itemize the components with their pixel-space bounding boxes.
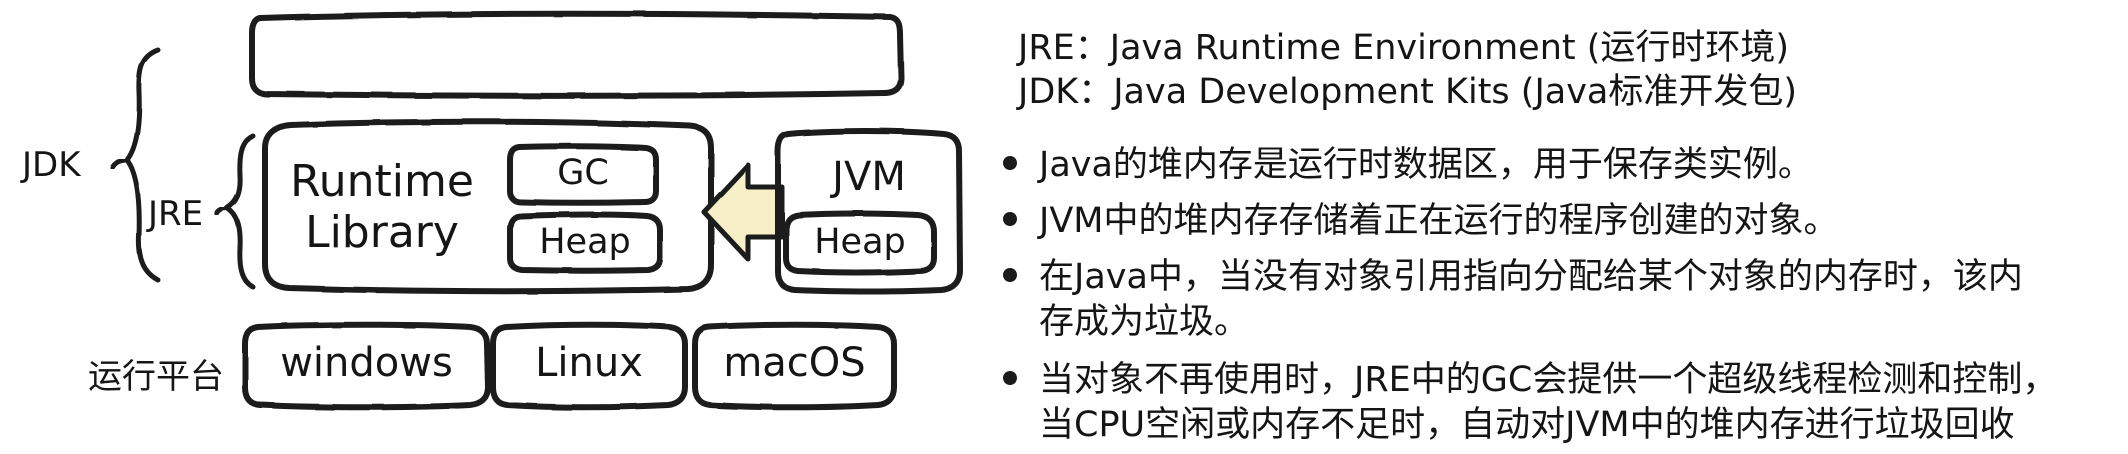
right-heap-label: Heap [814, 221, 906, 262]
jvm-label: JVM [832, 153, 906, 200]
jdk-brace-tip [109, 157, 130, 171]
jre-definition: JRE：Java Runtime Environment (运行时环境) [1018, 28, 1790, 68]
jdk-brace [124, 47, 161, 283]
bullet-point [1003, 371, 1017, 385]
bullet-text: 在Java中，当没有对象引用指向分配给某个对象的内存时，该内 [1039, 257, 2023, 297]
bullet-point [1003, 156, 1017, 170]
bullet-point [1003, 268, 1017, 282]
runtime-library-label: Runtime Library [272, 156, 492, 258]
jdk-definition: JDK：Java Development Kits (Java标准开发包) [1018, 72, 1798, 112]
jre-brace-tip [213, 205, 230, 217]
jvm-to-runtime-arrow [701, 162, 785, 262]
bullet-point [1003, 212, 1017, 226]
compile-debugger-label [260, 30, 900, 80]
macos-label: macOS [723, 340, 866, 386]
library-label: Library [305, 206, 459, 258]
bullet-text: Java的堆内存是运行时数据区，用于保存类实例。 [1039, 145, 1813, 185]
bullet-text: 当CPU空闲或内存不足时，自动对JVM中的堆内存进行垃圾回收 [1039, 405, 2015, 445]
jdk-jre-diagram: JDK JRE Runtime Library GC Heap JVM Heap… [0, 0, 2128, 454]
runtime-label: Runtime [290, 156, 474, 207]
left-heap-label: Heap [539, 221, 631, 262]
jre-label: JRE [148, 194, 204, 234]
bullet-text: 存成为垃圾。 [1039, 302, 1250, 342]
bullet-text: 当对象不再使用时，JRE中的GC会提供一个超级线程检测和控制， [1039, 360, 2058, 400]
linux-label: Linux [535, 340, 643, 386]
platform-label: 运行平台 [88, 357, 224, 397]
jdk-label: JDK [22, 145, 81, 185]
bullet-text: JVM中的堆内存存储着正在运行的程序创建的对象。 [1039, 201, 1839, 241]
jre-brace [224, 133, 256, 290]
windows-label: windows [280, 340, 453, 386]
gc-label: GC [557, 152, 609, 193]
